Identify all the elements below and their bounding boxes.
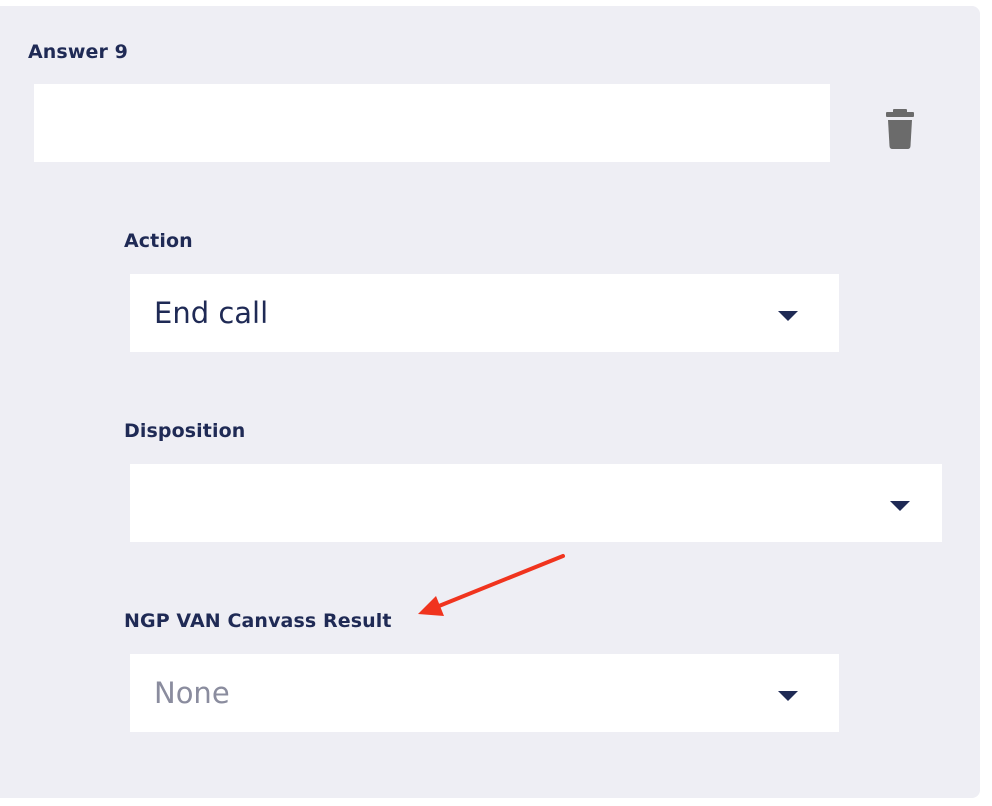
answer-title: Answer 9 xyxy=(28,41,128,63)
trash-icon-graphic xyxy=(886,109,914,149)
trash-icon[interactable] xyxy=(884,109,916,149)
disposition-label: Disposition xyxy=(124,420,246,442)
answer-card: Answer 9 Action End call Disposition NGP… xyxy=(0,6,980,798)
chevron-down-icon xyxy=(778,311,798,321)
chevron-down-icon xyxy=(778,691,798,701)
disposition-select[interactable] xyxy=(130,464,942,542)
arrow-icon xyxy=(418,554,565,616)
canvass-result-label: NGP VAN Canvass Result xyxy=(124,610,392,632)
action-selected-value: End call xyxy=(154,296,269,330)
answer-text-input[interactable] xyxy=(34,84,830,162)
action-label: Action xyxy=(124,230,193,252)
chevron-down-icon xyxy=(890,501,910,511)
action-select[interactable]: End call xyxy=(130,274,839,352)
canvass-result-select[interactable]: None xyxy=(130,654,839,732)
canvass-result-selected-value: None xyxy=(154,676,230,710)
